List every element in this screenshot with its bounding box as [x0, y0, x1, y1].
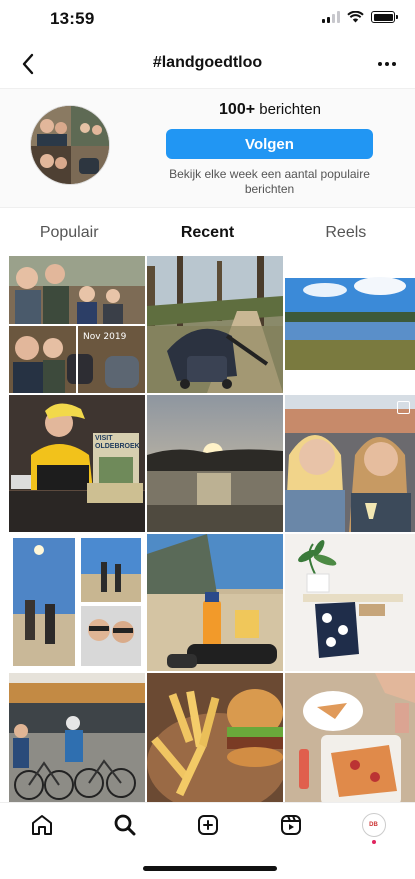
post-thumbnail-selfie[interactable]	[285, 395, 415, 532]
post-thumbnail-pizza[interactable]	[285, 673, 415, 810]
new-post-icon	[197, 815, 218, 835]
feed-tabs: Populair Recent Reels	[0, 212, 415, 254]
post-thumbnail-burger[interactable]	[147, 673, 283, 810]
avatar-image	[31, 106, 109, 184]
post-thumbnail-plant[interactable]	[285, 534, 415, 671]
reels-icon	[280, 815, 301, 835]
post-thumbnail-sunset[interactable]	[147, 395, 283, 532]
status-time: 13:59	[50, 9, 95, 28]
post-thumbnail-beach-collage[interactable]	[9, 534, 145, 671]
hashtag-description: Bekijk elke week een aantal populaire be…	[169, 167, 370, 196]
post-count: 100+ berichten	[170, 101, 370, 119]
status-icons	[322, 11, 398, 23]
battery-icon	[371, 11, 398, 23]
post-overlay-text: VISIT OLDEBROEK	[95, 435, 140, 450]
tab-profile[interactable]: DB	[356, 807, 392, 844]
nav-bar: #landgoedtloo	[0, 44, 415, 84]
profile-avatar: DB	[361, 813, 386, 837]
notification-dot	[371, 840, 376, 844]
hashtag-avatar[interactable]	[30, 105, 110, 185]
more-icon	[378, 62, 396, 66]
tab-search[interactable]	[107, 807, 143, 843]
tab-reels[interactable]	[273, 807, 309, 843]
tab-populair[interactable]: Populair	[0, 212, 138, 254]
signal-icon	[322, 11, 340, 23]
post-thumbnail-bikes[interactable]	[9, 673, 145, 810]
search-icon	[114, 814, 135, 836]
post-thumbnail-stroller-path[interactable]	[147, 256, 283, 393]
post-overlay-text: Nov 2019	[83, 332, 127, 342]
wifi-icon	[347, 11, 364, 23]
post-thumbnail-picnic[interactable]	[147, 534, 283, 671]
home-indicator[interactable]	[143, 866, 277, 871]
post-thumbnail-lake[interactable]	[285, 256, 415, 393]
post-thumbnail-woman-map[interactable]: VISIT OLDEBROEK	[9, 395, 145, 532]
bottom-tab-bar: DB	[0, 802, 415, 847]
more-options-button[interactable]	[373, 50, 401, 78]
post-thumbnail-family-collage[interactable]: Nov 2019	[9, 256, 145, 393]
post-grid: Nov 2019 VISIT OLDEBROEK	[9, 256, 415, 810]
status-bar: 13:59	[0, 0, 415, 40]
tab-reels[interactable]: Reels	[277, 212, 415, 254]
tab-home[interactable]	[24, 807, 60, 843]
home-icon	[31, 815, 52, 835]
post-count-value: 100+	[219, 101, 256, 118]
tab-recent[interactable]: Recent	[138, 212, 276, 254]
carousel-icon	[397, 262, 410, 275]
page-title: #landgoedtloo	[152, 54, 263, 71]
carousel-icon	[397, 401, 410, 414]
tab-new-post[interactable]	[190, 807, 226, 843]
follow-button[interactable]: Volgen	[166, 129, 373, 159]
hashtag-header: 100+ berichten Volgen Bekijk elke week e…	[0, 88, 415, 208]
post-count-label: berichten	[259, 101, 321, 118]
